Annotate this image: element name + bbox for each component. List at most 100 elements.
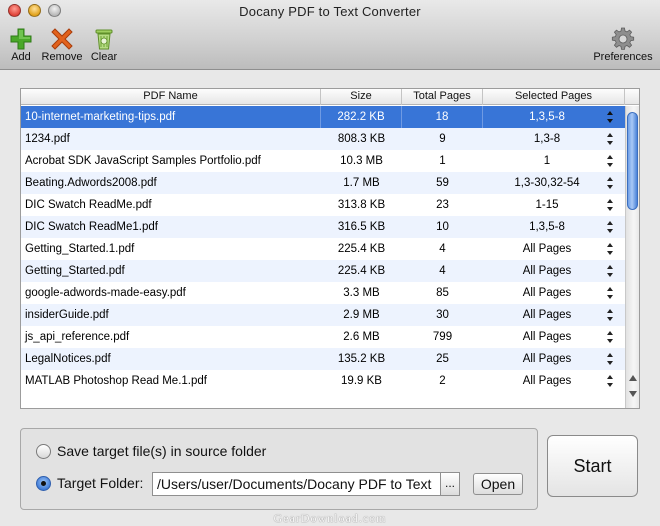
save-in-source-radio[interactable] xyxy=(36,443,51,459)
table-row[interactable]: js_api_reference.pdf 2.6 MB 799 All Pages xyxy=(21,326,625,348)
open-folder-button[interactable]: Open xyxy=(473,473,523,495)
output-options-panel: Save target file(s) in source folder Tar… xyxy=(20,428,538,510)
table-row[interactable]: DIC Swatch ReadMe.pdf 313.8 KB 23 1-15 xyxy=(21,194,625,216)
page-stepper-icon[interactable] xyxy=(607,265,613,277)
cell-selected-pages[interactable]: All Pages xyxy=(483,304,625,326)
cell-selected-pages[interactable]: All Pages xyxy=(483,348,625,370)
cell-selected-pages[interactable]: 1 xyxy=(483,150,625,172)
stepper-down-icon[interactable] xyxy=(607,383,613,387)
stepper-down-icon[interactable] xyxy=(607,207,613,211)
target-folder-option[interactable]: Target Folder: xyxy=(36,475,143,491)
table-row[interactable]: Getting_Started.pdf 225.4 KB 4 All Pages xyxy=(21,260,625,282)
page-stepper-icon[interactable] xyxy=(607,243,613,255)
table-row[interactable]: Acrobat SDK JavaScript Samples Portfolio… xyxy=(21,150,625,172)
preferences-button[interactable]: Preferences xyxy=(592,27,654,63)
page-stepper-icon[interactable] xyxy=(607,177,613,189)
stepper-down-icon[interactable] xyxy=(607,295,613,299)
stepper-down-icon[interactable] xyxy=(607,185,613,189)
cell-total-pages-text: 18 xyxy=(435,111,449,123)
cell-selected-pages[interactable]: 1,3-8 xyxy=(483,128,625,150)
cell-selected-pages[interactable]: 1,3-30,32-54 xyxy=(483,172,625,194)
table-row[interactable]: LegalNotices.pdf 135.2 KB 25 All Pages xyxy=(21,348,625,370)
cell-selected-pages[interactable]: 1-15 xyxy=(483,194,625,216)
cell-selected-pages[interactable]: All Pages xyxy=(483,238,625,260)
page-stepper-icon[interactable] xyxy=(607,375,613,387)
page-stepper-icon[interactable] xyxy=(607,309,613,321)
scroll-down-arrow-icon[interactable] xyxy=(629,391,637,397)
page-stepper-icon[interactable] xyxy=(607,287,613,299)
cell-pdf-name-text: DIC Swatch ReadMe1.pdf xyxy=(25,221,158,233)
column-header-selected-pages[interactable]: Selected Pages xyxy=(483,89,625,105)
start-button[interactable]: Start xyxy=(547,435,638,497)
stepper-down-icon[interactable] xyxy=(607,361,613,365)
save-in-source-option[interactable]: Save target file(s) in source folder xyxy=(36,443,266,459)
clear-label: Clear xyxy=(90,51,118,63)
cell-selected-pages[interactable]: All Pages xyxy=(483,282,625,304)
page-stepper-icon[interactable] xyxy=(607,155,613,167)
page-stepper-icon[interactable] xyxy=(607,331,613,343)
table-row[interactable]: 10-internet-marketing-tips.pdf 282.2 KB 18… xyxy=(21,106,625,128)
stepper-down-icon[interactable] xyxy=(607,273,613,277)
cell-selected-pages[interactable]: 1,3,5-8 xyxy=(483,106,625,128)
page-stepper-icon[interactable] xyxy=(607,111,613,123)
stepper-down-icon[interactable] xyxy=(607,119,613,123)
stepper-up-icon[interactable] xyxy=(607,287,613,291)
scrollbar-thumb[interactable] xyxy=(627,112,638,210)
cell-pdf-name-text: insiderGuide.pdf xyxy=(25,309,109,321)
cell-pdf-name: 10-internet-marketing-tips.pdf xyxy=(21,106,321,128)
table-row[interactable]: google-adwords-made-easy.pdf 3.3 MB 85 All … xyxy=(21,282,625,304)
target-folder-field[interactable]: /Users/user/Documents/Docany PDF to Text xyxy=(152,472,442,496)
stepper-up-icon[interactable] xyxy=(607,309,613,313)
stepper-up-icon[interactable] xyxy=(607,155,613,159)
stepper-down-icon[interactable] xyxy=(607,251,613,255)
scroll-up-arrow-icon[interactable] xyxy=(629,375,637,381)
gear-icon xyxy=(610,27,636,51)
stepper-down-icon[interactable] xyxy=(607,339,613,343)
page-stepper-icon[interactable] xyxy=(607,353,613,365)
column-header-total-pages[interactable]: Total Pages xyxy=(402,89,483,105)
add-button[interactable]: Add xyxy=(6,27,36,63)
page-stepper-icon[interactable] xyxy=(607,133,613,145)
stepper-up-icon[interactable] xyxy=(607,375,613,379)
table-row[interactable]: Getting_Started.1.pdf 225.4 KB 4 All Pages xyxy=(21,238,625,260)
stepper-down-icon[interactable] xyxy=(607,141,613,145)
cell-pdf-name: Acrobat SDK JavaScript Samples Portfolio… xyxy=(21,150,321,172)
clear-button[interactable]: Clear xyxy=(88,27,120,63)
cell-total-pages: 30 xyxy=(402,304,483,326)
stepper-up-icon[interactable] xyxy=(607,133,613,137)
cell-total-pages: 59 xyxy=(402,172,483,194)
target-folder-radio[interactable] xyxy=(36,475,51,491)
stepper-up-icon[interactable] xyxy=(607,221,613,225)
title-toolbar: Docany PDF to Text Converter Add Remove xyxy=(0,0,660,70)
stepper-up-icon[interactable] xyxy=(607,177,613,181)
remove-button[interactable]: Remove xyxy=(40,27,84,63)
stepper-down-icon[interactable] xyxy=(607,317,613,321)
stepper-up-icon[interactable] xyxy=(607,331,613,335)
cell-selected-pages[interactable]: 1,3,5-8 xyxy=(483,216,625,238)
table-row[interactable]: DIC Swatch ReadMe1.pdf 316.5 KB 10 1,3,5-8 xyxy=(21,216,625,238)
table-row[interactable]: MATLAB Photoshop Read Me.1.pdf 19.9 KB 2 Al… xyxy=(21,370,625,392)
stepper-up-icon[interactable] xyxy=(607,243,613,247)
stepper-up-icon[interactable] xyxy=(607,199,613,203)
cell-pdf-name-text: DIC Swatch ReadMe.pdf xyxy=(25,199,152,211)
cell-selected-pages[interactable]: All Pages xyxy=(483,326,625,348)
browse-folder-button[interactable]: ... xyxy=(440,472,460,496)
stepper-down-icon[interactable] xyxy=(607,163,613,167)
table-row[interactable]: insiderGuide.pdf 2.9 MB 30 All Pages xyxy=(21,304,625,326)
stepper-up-icon[interactable] xyxy=(607,265,613,269)
table-row[interactable]: Beating.Adwords2008.pdf 1.7 MB 59 1,3-30,32… xyxy=(21,172,625,194)
cell-size: 19.9 KB xyxy=(321,370,402,392)
cell-selected-pages-text: 1 xyxy=(543,155,551,167)
page-stepper-icon[interactable] xyxy=(607,221,613,233)
stepper-down-icon[interactable] xyxy=(607,229,613,233)
stepper-up-icon[interactable] xyxy=(607,353,613,357)
column-header-size[interactable]: Size xyxy=(321,89,402,105)
stepper-up-icon[interactable] xyxy=(607,111,613,115)
vertical-scrollbar[interactable] xyxy=(625,106,639,408)
cell-selected-pages[interactable]: All Pages xyxy=(483,370,625,392)
cell-pdf-name: LegalNotices.pdf xyxy=(21,348,321,370)
column-header-pdf-name[interactable]: PDF Name xyxy=(21,89,321,105)
cell-selected-pages[interactable]: All Pages xyxy=(483,260,625,282)
page-stepper-icon[interactable] xyxy=(607,199,613,211)
table-row[interactable]: 1234.pdf 808.3 KB 9 1,3-8 xyxy=(21,128,625,150)
